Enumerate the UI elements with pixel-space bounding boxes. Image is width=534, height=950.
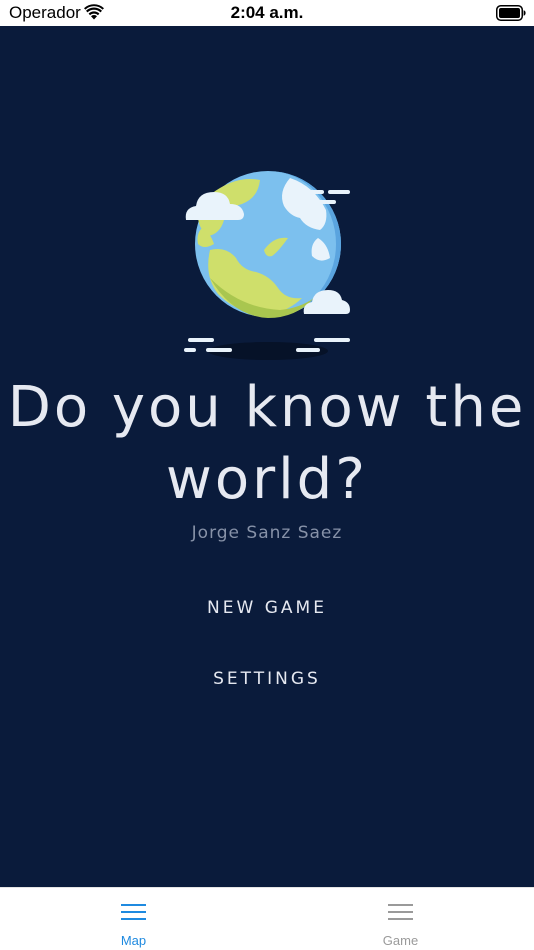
main-content: Do you know the world? Jorge Sanz Saez N… (0, 26, 534, 887)
tab-game[interactable]: Game (267, 888, 534, 950)
tab-map-label: Map (120, 933, 147, 948)
tab-map[interactable]: Map (0, 888, 267, 950)
page-title: Do you know the world? (7, 375, 527, 512)
menu-icon (388, 904, 413, 920)
globe-icon (184, 171, 350, 360)
menu-icon (121, 904, 146, 920)
tab-bar: Map Game (0, 887, 534, 950)
new-game-button[interactable]: NEW GAME (167, 590, 367, 626)
tab-game-label: Game (382, 933, 419, 948)
status-bar: Operador 2:04 a.m. (0, 0, 534, 26)
author-label: Jorge Sanz Saez (191, 523, 343, 543)
settings-button[interactable]: SETTINGS (167, 661, 367, 697)
battery-icon (496, 5, 526, 21)
status-time: 2:04 a.m. (230, 3, 304, 22)
app-screen: Operador 2:04 a.m. Do you know the world… (0, 0, 534, 950)
